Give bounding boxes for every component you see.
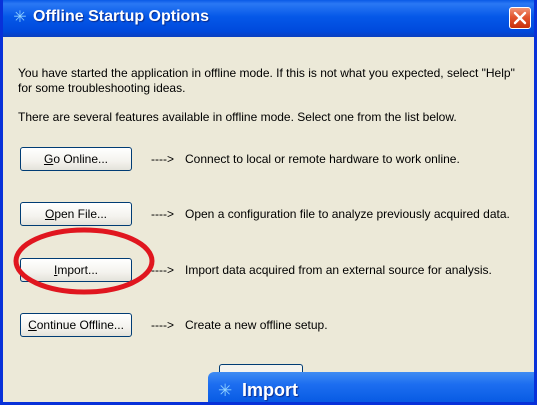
- import-arrow: ---->: [151, 263, 174, 277]
- continue-offline-description: Create a new offline setup.: [185, 318, 328, 332]
- features-text: There are several features available in …: [18, 110, 457, 124]
- close-button[interactable]: [509, 7, 531, 29]
- title-bar[interactable]: ✳ Offline Startup Options: [3, 0, 534, 37]
- go-online-button[interactable]: Go Online...: [20, 147, 132, 171]
- asterisk-logo-icon: ✳: [13, 9, 27, 26]
- import-description: Import data acquired from an external so…: [185, 263, 492, 277]
- go-online-label: o Online...: [53, 152, 109, 166]
- go-online-arrow: ---->: [151, 152, 174, 166]
- import-label: mport...: [57, 263, 99, 277]
- continue-offline-mnemonic: C: [28, 318, 37, 332]
- intro-text: You have started the application in offl…: [18, 66, 515, 95]
- import-button[interactable]: Import...: [20, 258, 132, 282]
- continue-offline-button[interactable]: Continue Offline...: [20, 313, 132, 337]
- offline-startup-options-window: ✳ Offline Startup Options You have start…: [0, 0, 537, 405]
- asterisk-logo-icon: ✳: [218, 381, 233, 400]
- open-file-arrow: ---->: [151, 207, 174, 221]
- import-dialog-title-bar[interactable]: ✳ Import: [208, 372, 534, 402]
- window-title: Offline Startup Options: [33, 8, 209, 25]
- import-dialog-title: Import: [242, 380, 298, 400]
- close-icon: [513, 11, 527, 25]
- continue-offline-arrow: ---->: [151, 318, 174, 332]
- open-file-mnemonic: O: [44, 207, 55, 221]
- open-file-description: Open a configuration file to analyze pre…: [185, 207, 510, 221]
- go-online-mnemonic: G: [43, 152, 54, 166]
- go-online-description: Connect to local or remote hardware to w…: [185, 152, 460, 166]
- open-file-button[interactable]: Open File...: [20, 202, 132, 226]
- continue-offline-label: ontinue Offline...: [36, 318, 124, 332]
- open-file-label: pen File...: [54, 207, 108, 221]
